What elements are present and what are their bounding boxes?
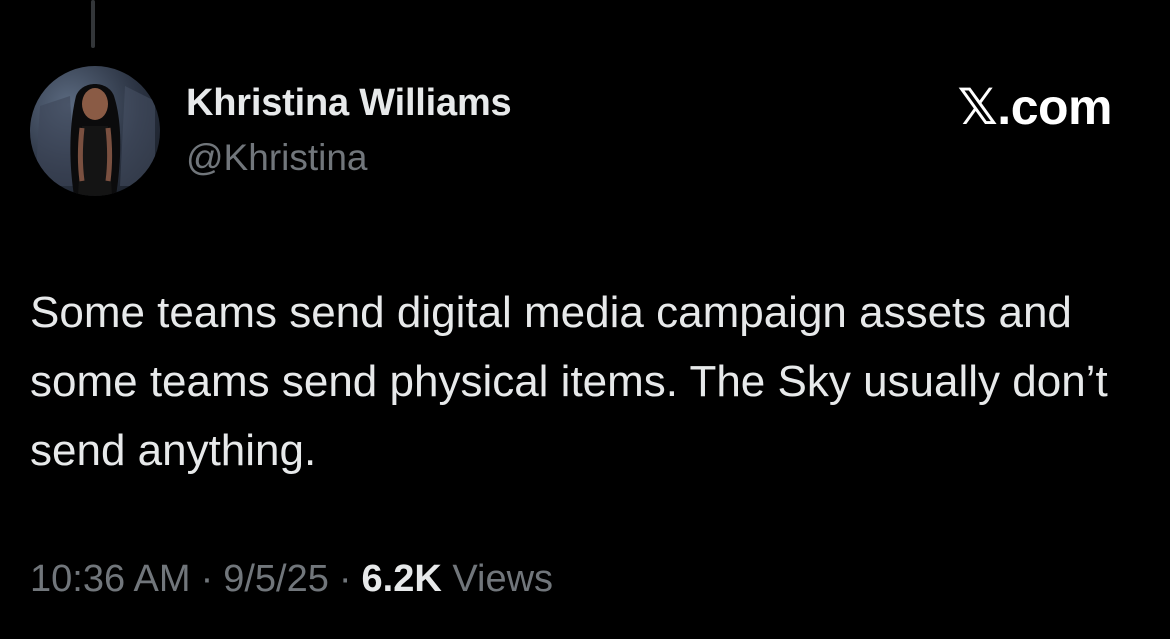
- thread-connector-line: [91, 0, 95, 48]
- x-logo-brand: 𝕏.com: [957, 79, 1113, 135]
- author-handle[interactable]: @Khristina: [186, 137, 368, 179]
- avatar[interactable]: [30, 66, 160, 196]
- meta-separator: ·: [200, 558, 214, 600]
- tweet-date[interactable]: 9/5/25: [223, 558, 329, 600]
- tweet-meta: 10:36 AM · 9/5/25 · 6.2K Views: [30, 558, 553, 601]
- meta-separator: ·: [338, 558, 352, 600]
- views-count[interactable]: 6.2K: [362, 558, 442, 600]
- views-label: Views: [452, 558, 554, 600]
- tweet-time[interactable]: 10:36 AM: [30, 558, 191, 600]
- author-display-name[interactable]: Khristina Williams: [186, 82, 512, 125]
- avatar-photo-icon: [35, 84, 155, 196]
- tweet-text: Some teams send digital media campaign a…: [30, 288, 1108, 475]
